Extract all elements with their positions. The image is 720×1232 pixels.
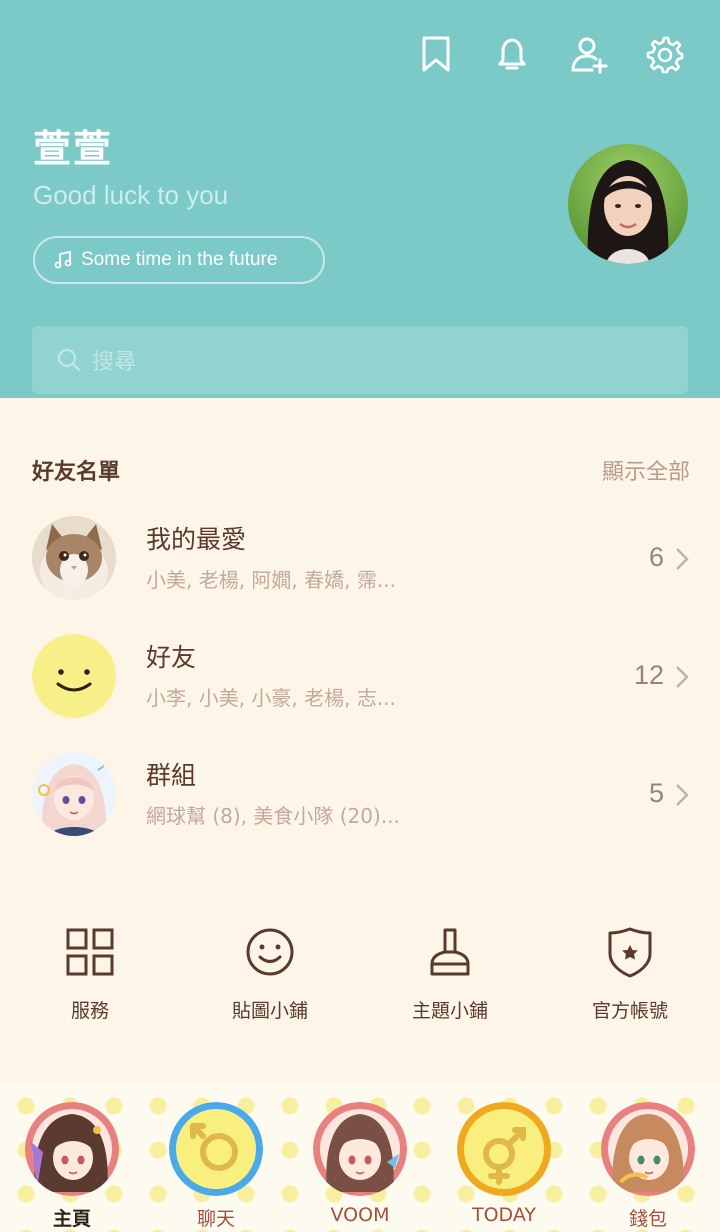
chevron-right-icon <box>676 548 689 570</box>
nav-label: 聊天 <box>196 1208 235 1230</box>
status-message[interactable]: Good luck to you <box>33 180 228 211</box>
nav-label: TODAY <box>472 1204 536 1226</box>
brush-icon <box>430 928 470 976</box>
service-shortcut-theme-shop[interactable]: 主題小鋪 <box>360 924 540 1023</box>
smiley-avatar <box>32 634 116 718</box>
search-input[interactable]: 搜尋 <box>32 326 688 394</box>
service-label: 服務 <box>70 1000 109 1022</box>
nav-chat[interactable]: 聊天 <box>144 1082 288 1232</box>
service-label: 貼圖小鋪 <box>231 1000 308 1022</box>
chat-badge-icon <box>169 1102 263 1196</box>
nav-voom[interactable]: VOOM <box>288 1082 432 1232</box>
service-label: 主題小鋪 <box>411 1000 488 1022</box>
bookmark-icon[interactable] <box>416 34 456 74</box>
nav-label: 主頁 <box>52 1208 91 1230</box>
nav-today[interactable]: TODAY <box>432 1082 576 1232</box>
show-all-link[interactable]: 顯示全部 <box>602 454 690 486</box>
add-friend-icon[interactable] <box>570 34 610 74</box>
group-members: 網球幫 (8), 美食小隊 (20)... <box>146 804 400 828</box>
nav-label: 錢包 <box>628 1208 667 1230</box>
service-shortcut-services[interactable]: 服務 <box>0 924 180 1023</box>
friend-group-row-favorites[interactable]: 我的最愛 小美, 老楊, 阿嫺, 春嬌, 霈... 6 <box>0 516 720 616</box>
cat-avatar <box>32 516 116 600</box>
wallet-character-icon <box>601 1102 695 1196</box>
profile-music-label: Some time in the future <box>81 249 278 270</box>
chevron-right-icon <box>676 666 689 688</box>
music-note-icon <box>54 250 72 269</box>
voom-character-icon <box>313 1102 407 1196</box>
home-character-icon <box>25 1102 119 1196</box>
service-shortcut-sticker-shop[interactable]: 貼圖小鋪 <box>180 924 360 1023</box>
shield-star-icon <box>608 927 652 978</box>
group-name: 我的最愛 <box>146 525 247 554</box>
nav-label: VOOM <box>330 1204 390 1226</box>
anime-group-avatar <box>32 752 116 836</box>
chevron-right-icon <box>676 784 689 806</box>
grid-icon <box>66 928 114 976</box>
smiley-icon <box>246 928 294 976</box>
group-name: 群組 <box>146 761 197 790</box>
friends-section-title: 好友名單 <box>32 460 121 485</box>
service-label: 官方帳號 <box>591 1000 668 1022</box>
group-count: 12 <box>633 660 664 690</box>
group-name: 好友 <box>146 643 197 672</box>
group-count: 6 <box>648 542 664 572</box>
group-count: 5 <box>648 778 664 808</box>
gear-icon[interactable] <box>644 34 684 74</box>
profile-music-button[interactable]: Some time in the future <box>33 236 325 284</box>
group-members: 小李, 小美, 小豪, 老楊, 志... <box>146 686 396 710</box>
profile-header: 萱萱 Good luck to you Some time in the fut… <box>0 0 720 398</box>
search-icon <box>57 348 81 372</box>
friend-group-row-friends[interactable]: 好友 小李, 小美, 小豪, 老楊, 志... 12 <box>0 634 720 734</box>
bell-icon[interactable] <box>492 34 532 74</box>
profile-avatar[interactable] <box>568 144 688 264</box>
friend-group-row-groups[interactable]: 群組 網球幫 (8), 美食小隊 (20)... 5 <box>0 752 720 852</box>
service-shortcut-official-accounts[interactable]: 官方帳號 <box>540 924 720 1023</box>
search-placeholder: 搜尋 <box>92 350 137 375</box>
today-badge-icon <box>457 1102 551 1196</box>
bottom-navigation: 主頁 聊天 VOOM TODAY 錢包 <box>0 1082 720 1232</box>
group-members: 小美, 老楊, 阿嫺, 春嬌, 霈... <box>146 568 396 592</box>
nav-wallet[interactable]: 錢包 <box>576 1082 720 1232</box>
profile-name[interactable]: 萱萱 <box>33 118 113 173</box>
nav-home[interactable]: 主頁 <box>0 1082 144 1232</box>
